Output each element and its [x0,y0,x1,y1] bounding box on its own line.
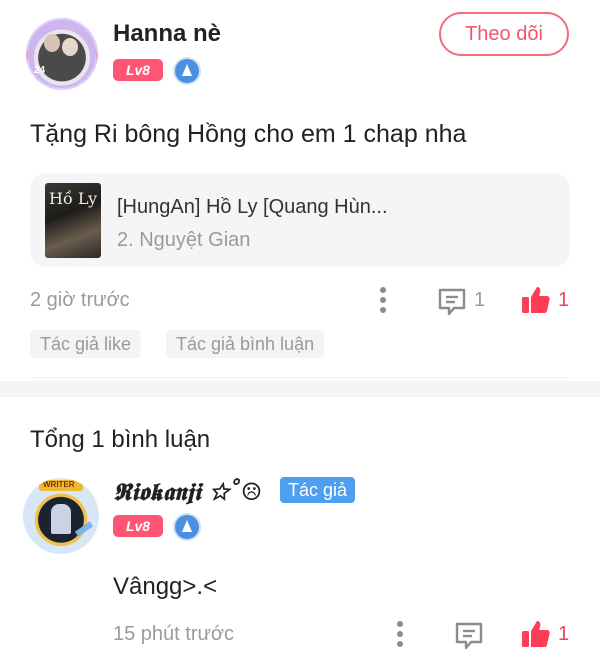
more-dots-icon[interactable] [380,287,386,313]
comment-icon[interactable] [454,621,484,650]
author-badge: Tác giả [280,477,356,503]
post-timestamp: 2 giờ trước [30,289,130,311]
comment-text: Vângg>.< [113,573,218,600]
medal-icon [175,59,199,83]
avatar-jersey-number: 24 [34,65,46,76]
level-badge: Lv8 [113,515,163,537]
book-cover: Hồ Ly [45,183,101,258]
comment-total-heading: Tổng 1 bình luận [30,426,211,453]
author-liked-tag: Tác giả like [30,330,142,358]
follow-button[interactable]: Theo dõi [439,12,569,56]
post-author-name[interactable]: Hanna nè [113,20,221,48]
like-icon[interactable] [520,618,552,648]
like-icon[interactable] [520,284,552,314]
book-chapter: 2. Nguyệt Gian [117,229,251,251]
section-separator [0,381,600,397]
comment-like-count: 1 [558,623,570,645]
post-like-count: 1 [558,289,570,311]
comment-icon[interactable] [437,287,467,316]
post-author-avatar[interactable]: 24 [26,18,98,90]
more-dots-icon[interactable] [397,621,403,647]
medal-icon [175,515,199,539]
author-commented-tag: Tác giả bình luận [166,330,325,358]
pen-icon [74,521,94,537]
post-comment-count: 1 [474,289,486,311]
divider [30,377,570,378]
avatar-figure [62,38,78,56]
avatar-frame-laurel [85,48,98,87]
commenter-name[interactable]: 𝕽𝖎𝖔𝖐𝖆𝖓𝖏𝖎 ☆˚☹ [113,477,262,506]
post-content: Tặng Ri bông Hồng cho em 1 chap nha [30,120,467,148]
book-title: [HungAn] Hồ Ly [Quang Hùn... [117,196,388,218]
book-cover-title: Hồ Ly [49,189,98,208]
comment-timestamp: 15 phút trước [113,623,235,645]
writer-ribbon-label: WRITER [43,480,75,489]
linked-book-card[interactable]: Hồ Ly [HungAn] Hồ Ly [Quang Hùn... 2. Ng… [30,173,570,267]
avatar-figure [44,34,60,52]
avatar-figure [51,504,71,534]
commenter-avatar[interactable]: WRITER [23,478,99,554]
level-badge: Lv8 [113,59,163,81]
